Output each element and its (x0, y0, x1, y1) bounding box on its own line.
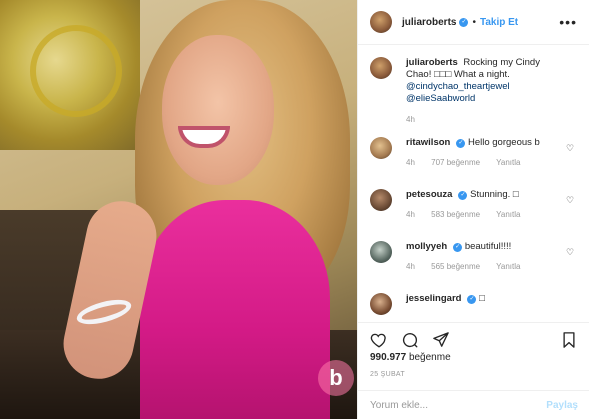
heart-icon[interactable]: ♡ (566, 144, 575, 153)
caption-avatar[interactable] (370, 57, 392, 79)
verified-badge-icon: ✓ (459, 17, 469, 27)
post-photo[interactable]: b (0, 0, 357, 419)
comment-input[interactable] (370, 399, 547, 411)
comment-item: jesselingard ✓ □ (370, 293, 577, 322)
comment-text: Stunning. □ (470, 189, 519, 200)
watermark-logo: b (318, 360, 354, 396)
reply-button[interactable]: Yanıtla (496, 210, 520, 219)
author-username[interactable]: juliaroberts (402, 17, 456, 28)
commenter-username[interactable]: mollyyeh (406, 241, 447, 252)
comment-likes[interactable]: 565 beğenme (431, 262, 480, 271)
post-header: juliaroberts ✓ • Takip Et ••• (358, 0, 589, 45)
post-comment-button[interactable]: Paylaş (546, 400, 578, 411)
verified-badge-icon: ✓ (456, 139, 466, 148)
verified-badge-icon: ✓ (458, 191, 468, 200)
verified-badge-icon: ✓ (467, 295, 477, 304)
mention-link[interactable]: @elieSaabworld (406, 93, 475, 104)
commenter-avatar[interactable] (370, 241, 392, 263)
post-date: 25 ŞUBAT (370, 371, 405, 378)
caption: juliaroberts Rocking my Cindy Chao! □□□ … (370, 57, 577, 137)
likes-label: beğenme (408, 352, 451, 363)
commenter-username[interactable]: petesouza (406, 189, 452, 200)
comment-composer: Paylaş (358, 390, 589, 419)
pink-dress (140, 200, 330, 419)
verified-badge-icon: ✓ (453, 243, 463, 252)
author-avatar[interactable] (370, 11, 392, 33)
caption-text: juliaroberts Rocking my Cindy Chao! □□□ … (406, 57, 556, 105)
commenter-avatar[interactable] (370, 189, 392, 211)
comment-time: 4h (406, 210, 415, 219)
comment-text: □ (479, 293, 485, 304)
comment-time: 4h (406, 262, 415, 271)
caption-username[interactable]: juliaroberts (406, 57, 458, 68)
likes-number: 990.977 (370, 352, 407, 363)
likes-count[interactable]: 990.977 beğenme (370, 352, 451, 363)
comment-item: petesouza ✓ Stunning. □ 4h 583 beğenme Ya… (370, 189, 577, 241)
commenter-username[interactable]: ritawilson (406, 137, 450, 148)
comment-item: mollyyeh ✓ beautiful!!!! 4h 565 beğenme Y… (370, 241, 577, 293)
comments-list[interactable]: juliaroberts Rocking my Cindy Chao! □□□ … (358, 45, 589, 322)
comment-likes[interactable]: 583 beğenme (431, 210, 480, 219)
heart-icon[interactable]: ♡ (566, 196, 575, 205)
comment-text: Hello gorgeous b (467, 137, 540, 148)
commenter-avatar[interactable] (370, 293, 392, 315)
comment-item: ritawilson ✓ Hello gorgeous b 4h 707 beğe… (370, 137, 577, 189)
mention-link[interactable]: @cindychao_theartjewel (406, 81, 510, 92)
comment-time: 4h (406, 158, 415, 167)
commenter-avatar[interactable] (370, 137, 392, 159)
heart-icon[interactable]: ♡ (566, 248, 575, 257)
reply-button[interactable]: Yanıtla (496, 158, 520, 167)
comment-likes[interactable]: 707 beğenme (431, 158, 480, 167)
bookmark-icon[interactable] (558, 329, 580, 351)
follow-button[interactable]: Takip Et (480, 17, 518, 28)
caption-time: 4h (406, 115, 415, 124)
commenter-username[interactable]: jesselingard (406, 293, 461, 304)
heart-icon[interactable] (368, 329, 390, 351)
comment-icon[interactable] (399, 329, 421, 351)
post-side-panel: juliaroberts ✓ • Takip Et ••• juliarober… (357, 0, 589, 419)
wall-artwork (0, 0, 140, 150)
reply-button[interactable]: Yanıtla (496, 262, 520, 271)
face (162, 35, 274, 185)
separator-dot: • (472, 16, 476, 28)
comment-text: beautiful!!!! (464, 241, 512, 252)
more-options-icon[interactable]: ••• (559, 14, 577, 30)
share-icon[interactable] (430, 329, 452, 351)
